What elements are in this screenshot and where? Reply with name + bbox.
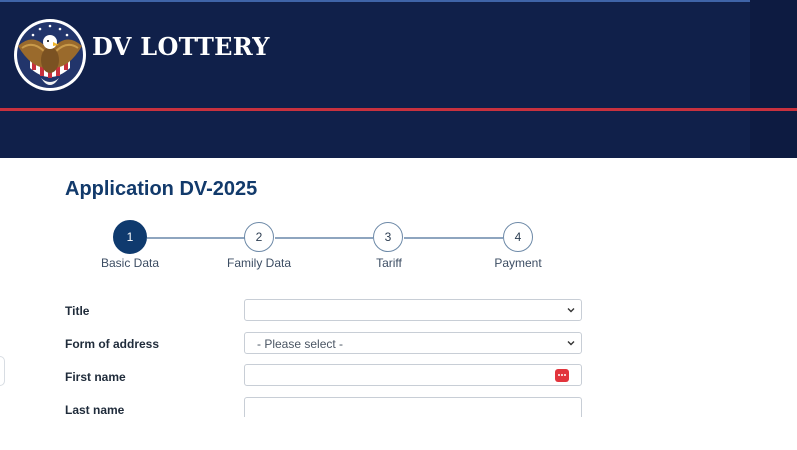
step-4-circle: 4 [503,222,533,252]
form-of-address-select[interactable]: - Please select - [244,332,582,354]
progress-stepper: 1 2 3 4 Basic Data Family Data Tariff Pa… [0,0,797,280]
step-3-circle: 3 [373,222,403,252]
step-connector [275,237,373,239]
step-2-circle: 2 [244,222,274,252]
step-connector [147,237,245,239]
first-name-label: First name [65,370,126,384]
last-name-input[interactable] [244,397,582,417]
chevron-down-icon [567,341,575,346]
form-of-address-label: Form of address [65,337,160,351]
step-4-label: Payment [494,256,542,270]
step-connector [404,237,503,239]
step-1-circle: 1 [113,220,147,254]
side-handle[interactable] [0,356,5,386]
title-label: Title [65,304,90,318]
step-3-label: Tariff [376,256,402,270]
chevron-down-icon [567,308,575,313]
password-manager-icon[interactable] [555,369,569,382]
step-2-label: Family Data [226,256,291,270]
form-of-address-select-value: - Please select - [257,337,344,351]
first-name-input[interactable] [244,364,582,386]
title-select[interactable] [244,299,582,321]
last-name-label: Last name [65,403,125,417]
step-1-label: Basic Data [100,256,160,270]
